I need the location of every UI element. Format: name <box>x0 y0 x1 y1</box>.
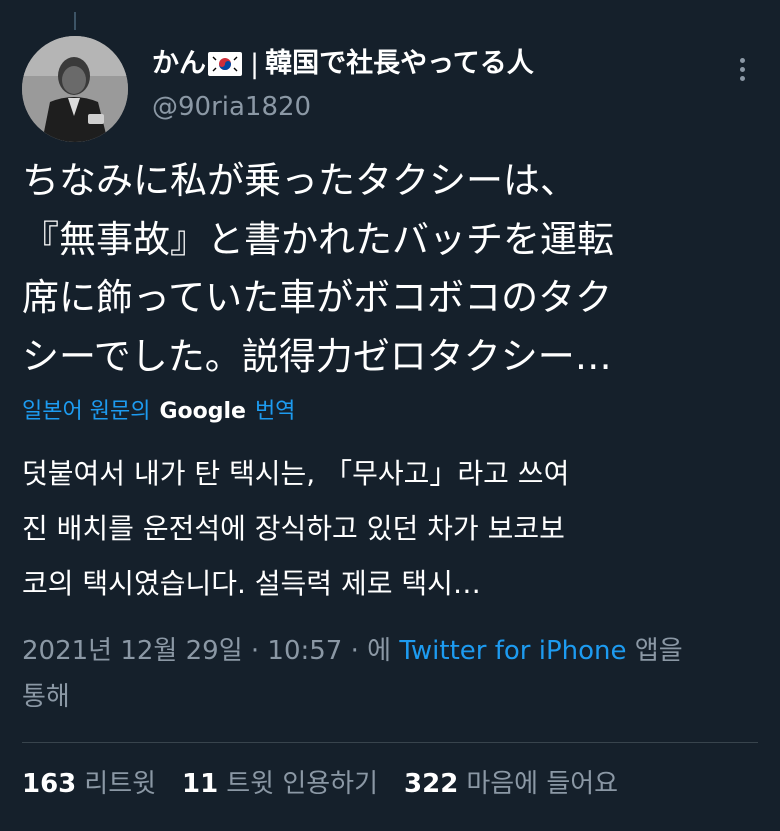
tweet-timestamp[interactable]: 2021년 12월 29일 · 10:57 · 에 <box>22 636 391 666</box>
author-display-name-suffix[interactable]: 韓国で社長やってる人 <box>265 44 534 84</box>
source-app-link[interactable]: Twitter for iPhone <box>399 636 626 666</box>
translation-suffix: 번역 <box>254 399 296 424</box>
tweet-text-line: 席に飾っていた車がボコボコのタク <box>22 276 613 319</box>
tweet-text-line: シーでした。説得力ゼロタクシー… <box>22 334 612 378</box>
more-options-button[interactable] <box>728 52 756 86</box>
author-display-name[interactable]: かん <box>152 44 206 84</box>
like-label: 마음에 들어요 <box>466 769 619 799</box>
source-suffix: 앱을 <box>634 636 683 666</box>
translation-attribution-link[interactable]: 일본어 원문의 Google 번역 <box>22 397 295 427</box>
quote-label: 트윗 인용하기 <box>226 769 379 799</box>
quote-count: 11 <box>182 769 219 799</box>
likes-stat[interactable]: 322 마음에 들어요 <box>404 764 618 804</box>
kr-flag-icon <box>208 52 242 76</box>
name-separator: | <box>250 48 260 80</box>
more-dot-icon <box>739 75 745 81</box>
retweet-label: 리트윗 <box>84 769 157 799</box>
retweets-stat[interactable]: 163 리트윗 <box>22 764 156 804</box>
divider <box>22 742 758 743</box>
source-suffix-2: 통해 <box>22 682 70 712</box>
tweet-meta: 2021년 12월 29일 · 10:57 · 에 Twitter for iP… <box>22 628 762 720</box>
author-name-row[interactable]: かん | 韓国で社長やってる人 <box>152 44 534 84</box>
google-logo: Google <box>159 399 246 424</box>
like-count: 322 <box>404 769 459 799</box>
tweet-text: ちなみに私が乗ったタクシーは、 『無事故』と書かれたバッチを運転 席に飾っていた… <box>22 152 762 386</box>
author-handle[interactable]: @90ria1820 <box>152 92 311 122</box>
more-dot-icon <box>739 66 745 72</box>
retweet-count: 163 <box>22 769 77 799</box>
translated-text-line: 덧붙여서 내가 탄 택시는, 「무사고」라고 쓰여 <box>22 457 570 490</box>
quote-tweets-stat[interactable]: 11 트윗 인용하기 <box>182 764 378 804</box>
avatar[interactable] <box>22 36 128 142</box>
avatar-photo <box>22 36 128 142</box>
tweet-text-line: ちなみに私が乗ったタクシーは、 <box>22 159 577 202</box>
translated-text-line: 진 배치를 운전석에 장식하고 있던 차가 보코보 <box>22 512 565 545</box>
translated-text-line: 코의 택시였습니다. 설득력 제로 택시… <box>22 567 481 600</box>
engagement-stats: 163 리트윗 11 트윗 인용하기 322 마음에 들어요 <box>22 764 644 804</box>
more-dot-icon <box>739 57 745 63</box>
translation-prefix: 일본어 원문의 <box>22 399 151 424</box>
thread-connector-line <box>74 12 76 30</box>
translated-text: 덧붙여서 내가 탄 택시는, 「무사고」라고 쓰여 진 배치를 운전석에 장식하… <box>22 446 762 611</box>
tweet-text-line: 『無事故』と書かれたバッチを運転 <box>22 217 614 261</box>
